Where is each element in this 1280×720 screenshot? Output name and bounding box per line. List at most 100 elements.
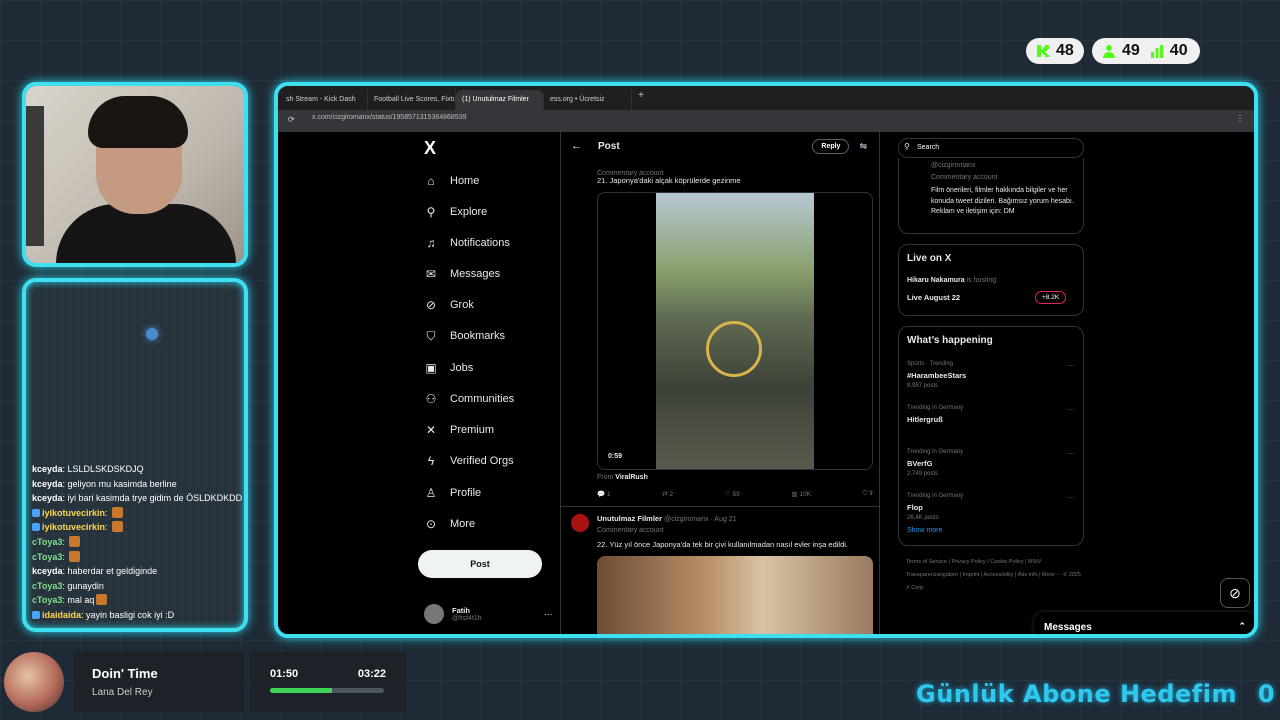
url-text[interactable]: x.com/cizgiromanx/status/195857131536486… xyxy=(312,114,467,121)
emote-icon xyxy=(69,550,81,562)
home-icon: ⌂ xyxy=(427,174,435,188)
chat-text: geliyon mu kasimda berline xyxy=(67,478,177,489)
trend-more-icon[interactable]: ··· xyxy=(1067,449,1075,458)
chat-text: haberdar et geldiginde xyxy=(67,566,158,577)
account-switcher[interactable]: Fatih @ltsf4t1h ··· xyxy=(424,604,553,624)
trend-meta: Trending in Germany xyxy=(907,493,964,499)
chat-username[interactable]: kceyda xyxy=(32,493,63,503)
playback-progress: 01:50 03:22 xyxy=(250,652,406,712)
nav-label: Bookmarks xyxy=(450,330,506,342)
grok-icon: ⊘ xyxy=(425,298,437,312)
lightning-icon: ϟ xyxy=(427,454,435,468)
browser-tab[interactable]: ess.org • Ücretsiz xyxy=(544,90,632,110)
viewer-count: 40 xyxy=(1169,42,1188,59)
views-action[interactable]: ▥ 10K xyxy=(791,490,811,498)
more-dots-icon[interactable]: ··· xyxy=(544,609,553,619)
x-logo[interactable]: X xyxy=(424,138,436,159)
nav-label: Profile xyxy=(450,487,482,499)
chat-message: kceyda: iyi bari kasimda trye gidim de Ö… xyxy=(32,491,242,506)
profile-name: Fatih xyxy=(452,606,470,615)
badge-icon xyxy=(32,610,40,619)
nav-profile[interactable]: ♙ Profile xyxy=(424,486,482,500)
nav-label: Verified Orgs xyxy=(450,455,514,467)
chat-message: kceyda: LSLDLSKDSKDJQ xyxy=(32,462,242,477)
nav-bookmarks[interactable]: ⛉ Bookmarks xyxy=(424,329,505,343)
follower-count: 49 xyxy=(1122,42,1140,59)
from-attribution[interactable]: From ViralRush xyxy=(597,474,648,481)
nav-label: Messages xyxy=(450,268,501,280)
nav-explore[interactable]: ⚲ Explore xyxy=(424,205,488,219)
video-player[interactable]: 0:59 xyxy=(597,192,873,470)
live-event: Live August 22 xyxy=(907,293,961,302)
messages-drawer[interactable]: Messages ⌃ xyxy=(1034,612,1254,634)
webcam-streamer-hair xyxy=(88,96,188,148)
tweet2-name[interactable]: Unutulmaz Filmler xyxy=(597,514,662,523)
like-action[interactable]: ♡ 59 xyxy=(725,490,740,498)
repost-action[interactable]: ⇄ 2 xyxy=(662,490,673,498)
live-host-row[interactable]: Hikaru Nakamura is hosting xyxy=(907,277,996,284)
chat-username[interactable]: idaidaida xyxy=(42,610,81,620)
nav-grok[interactable]: ⊘ Grok xyxy=(424,298,474,312)
nav-notifications[interactable]: ♫ Notifications xyxy=(424,236,510,250)
profile-icon: ♙ xyxy=(425,486,437,500)
browser-tab[interactable]: sh Stream - Kick Dash xyxy=(280,90,368,110)
reply-button[interactable]: Reply xyxy=(812,138,850,154)
browser-tab-active[interactable]: (1) Unutulmaz Filmler xyxy=(456,90,544,110)
chat-username[interactable]: cToya3 xyxy=(32,595,62,605)
view-count: 10K xyxy=(799,491,811,498)
trend-more-icon[interactable]: ··· xyxy=(1067,493,1075,502)
chat-username[interactable]: cToya3 xyxy=(32,552,62,562)
trend-more-icon[interactable]: ··· xyxy=(1067,405,1075,414)
trend-more-icon[interactable]: ··· xyxy=(1067,361,1075,370)
bookmark-action[interactable]: ⛉ ⇧ xyxy=(863,490,873,498)
chat-username[interactable]: kceyda xyxy=(32,479,63,489)
briefcase-icon: ▣ xyxy=(425,361,437,375)
browser-tab[interactable]: Football Live Scores, Fixtu xyxy=(368,90,456,110)
reload-icon[interactable]: ⟳ xyxy=(288,115,295,124)
chat-username[interactable]: iyikotuvecirkin xyxy=(42,522,105,532)
webcam-feed xyxy=(22,82,248,267)
post-button[interactable]: Post xyxy=(418,550,542,578)
nav-jobs[interactable]: ▣ Jobs xyxy=(424,361,473,375)
show-more-link[interactable]: Show more xyxy=(907,527,942,534)
live-listener-count[interactable]: +8.2K xyxy=(1035,291,1067,304)
back-arrow-icon[interactable]: ← xyxy=(571,140,582,152)
follower-viewer-pill: 49 40 xyxy=(1092,38,1200,64)
chat-username[interactable]: kceyda xyxy=(32,566,63,576)
chat-message-list: kceyda: LSLDLSKDSKDJQ kceyda: geliyon mu … xyxy=(32,462,242,623)
tweet2-media[interactable] xyxy=(597,556,873,634)
new-tab-button[interactable]: + xyxy=(632,90,650,110)
expand-icon[interactable]: ⌃ xyxy=(1238,621,1246,632)
goal-count: 0 / 3 xyxy=(1257,680,1280,708)
address-bar[interactable]: ⟳ x.com/cizgiromanx/status/1958571315364… xyxy=(278,110,1254,132)
chat-username[interactable]: cToya3 xyxy=(32,581,62,591)
kick-follower-count: 48 xyxy=(1056,42,1074,59)
search-input[interactable]: Search xyxy=(898,138,1084,158)
chat-username[interactable]: iyikotuvecirkin xyxy=(42,508,105,518)
chat-username[interactable]: kceyda xyxy=(32,464,63,474)
nav-more[interactable]: ⊙ More xyxy=(424,517,475,531)
chat-username[interactable]: cToya3 xyxy=(32,537,62,547)
kick-logo-icon xyxy=(1036,44,1050,58)
nav-verified-orgs[interactable]: ϟ Verified Orgs xyxy=(424,454,514,468)
chat-message: idaidaida: yayin basligi cok iyi :D xyxy=(32,608,242,623)
messages-drawer-label: Messages xyxy=(1044,622,1092,633)
nav-premium[interactable]: ✕ Premium xyxy=(424,423,494,437)
grok-floating-button[interactable]: ⊘ xyxy=(1220,578,1250,608)
nav-messages[interactable]: ✉ Messages xyxy=(424,267,500,281)
tweet2-avatar[interactable] xyxy=(571,514,589,532)
nav-label: Notifications xyxy=(450,237,510,249)
footer-links[interactable]: Terms of Service | Privacy Policy | Cook… xyxy=(906,556,1086,595)
trend-meta: Sports · Trending xyxy=(907,361,954,367)
nav-home[interactable]: ⌂ Home xyxy=(424,174,479,188)
nav-communities[interactable]: ⚇ Communities xyxy=(424,392,515,406)
progress-fill xyxy=(270,688,332,693)
reply-action[interactable]: 💬 1 xyxy=(597,490,611,498)
tweet-actions: 💬 1 ⇄ 2 ♡ 59 ▥ 10K ⛉ ⇧ xyxy=(597,490,873,498)
browser-menu-icon[interactable]: ⋮ xyxy=(1236,114,1244,123)
settings-sliders-icon[interactable]: ⇋ xyxy=(859,141,867,152)
emote-icon xyxy=(112,506,124,518)
trend-meta: Trending in Germany xyxy=(907,449,964,455)
badge-icon xyxy=(32,523,40,532)
chat-message: cToya3: xyxy=(32,550,242,565)
